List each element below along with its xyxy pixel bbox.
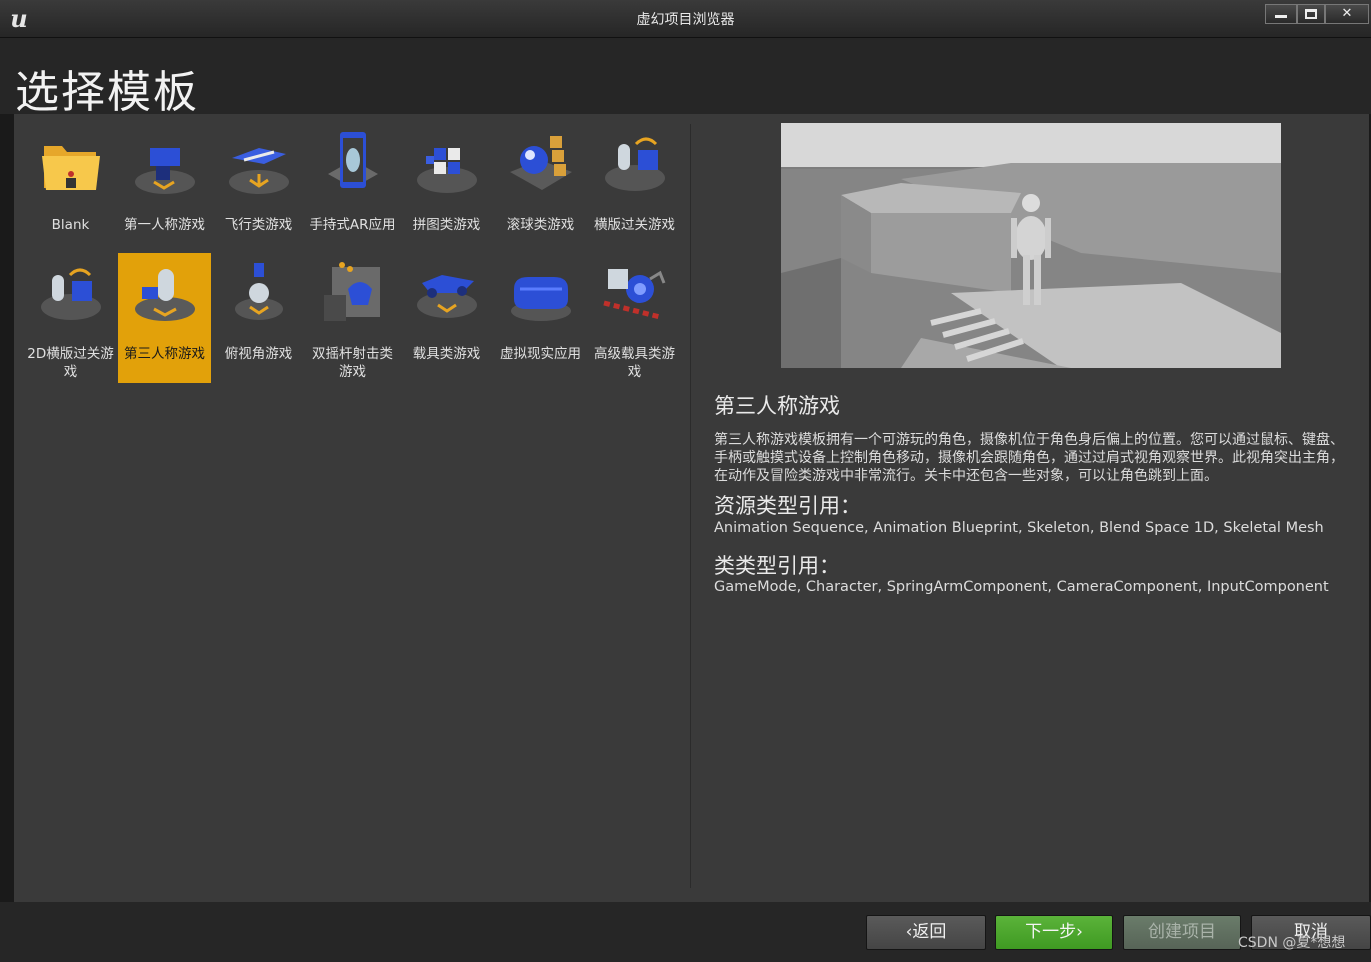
template-tile-twin-stick-shooter[interactable]: 双摇杆射击类游戏 bbox=[306, 253, 399, 383]
template-tile-vr[interactable]: 虚拟现实应用 bbox=[494, 253, 587, 383]
template-tile-advanced-vehicle[interactable]: 高级载具类游戏 bbox=[588, 253, 681, 383]
template-tile-flying[interactable]: 飞行类游戏 bbox=[212, 124, 305, 254]
window-title: 虚幻项目浏览器 bbox=[636, 12, 735, 28]
template-tile-top-down[interactable]: 俯视角游戏 bbox=[212, 253, 305, 383]
template-tile-rolling[interactable]: 滚球类游戏 bbox=[494, 124, 587, 254]
minimize-button[interactable] bbox=[1265, 4, 1297, 24]
third-person-icon bbox=[135, 269, 195, 321]
top-down-icon bbox=[235, 263, 283, 320]
template-label: 飞行类游戏 bbox=[224, 217, 293, 233]
template-label: 虚拟现实应用 bbox=[500, 346, 581, 362]
template-label: 载具类游戏 bbox=[412, 346, 481, 362]
first-person-icon bbox=[135, 148, 195, 194]
template-detail-title: 第三人称游戏 bbox=[714, 394, 840, 418]
2d-side-scroller-icon bbox=[41, 268, 101, 320]
handheld-ar-icon bbox=[328, 132, 378, 188]
main-panel: Blank 第一人称游戏 飞行类游戏 手持式AR应用 拼图类游戏 滚球类游戏 横… bbox=[14, 114, 1369, 902]
template-description: 第三人称游戏模板拥有一个可游玩的角色，摄像机位于角色身后偏上的位置。您可以通过鼠… bbox=[714, 432, 1344, 484]
puzzle-icon bbox=[417, 148, 477, 193]
template-tile-third-person[interactable]: 第三人称游戏 bbox=[118, 253, 211, 383]
side-scroller-icon bbox=[605, 137, 665, 191]
template-tile-side-scroller[interactable]: 横版过关游戏 bbox=[588, 124, 681, 254]
asset-refs-list: Animation Sequence, Animation Blueprint,… bbox=[714, 520, 1324, 536]
page-title: 选择模板 bbox=[15, 67, 199, 118]
bottom-bar: ‹返回 下一步› 创建项目 取消 bbox=[0, 902, 1371, 962]
twin-stick-shooter-icon bbox=[324, 262, 380, 321]
template-label: 高级载具类游戏 bbox=[594, 346, 675, 380]
vr-icon bbox=[511, 277, 571, 321]
template-label: 手持式AR应用 bbox=[309, 217, 396, 233]
vehicle-icon bbox=[417, 275, 477, 318]
class-refs-list: GameMode, Character, SpringArmComponent,… bbox=[714, 579, 1329, 595]
asset-refs-heading: 资源类型引用： bbox=[714, 494, 861, 518]
close-icon: ✕ bbox=[1341, 6, 1353, 21]
next-button[interactable]: 下一步› bbox=[995, 915, 1113, 950]
close-button[interactable]: ✕ bbox=[1325, 4, 1369, 24]
template-label: 滚球类游戏 bbox=[506, 217, 575, 233]
rolling-icon bbox=[510, 136, 572, 190]
panel-divider bbox=[690, 124, 691, 888]
title-bar: u 虚幻项目浏览器 ✕ bbox=[0, 0, 1371, 38]
template-label: 横版过关游戏 bbox=[594, 217, 675, 233]
template-tile-handheld-ar[interactable]: 手持式AR应用 bbox=[306, 124, 399, 254]
template-tile-first-person[interactable]: 第一人称游戏 bbox=[118, 124, 211, 254]
back-button[interactable]: ‹返回 bbox=[866, 915, 986, 950]
template-tile-2d-side-scroller[interactable]: 2D横版过关游戏 bbox=[24, 253, 117, 383]
advanced-vehicle-icon bbox=[603, 269, 666, 320]
create-project-button[interactable]: 创建项目 bbox=[1123, 915, 1241, 950]
maximize-button[interactable] bbox=[1297, 4, 1325, 24]
folder-icon bbox=[42, 146, 100, 190]
template-label: 双摇杆射击类游戏 bbox=[312, 346, 393, 380]
template-label: 第三人称游戏 bbox=[124, 346, 205, 362]
template-tile-vehicle[interactable]: 载具类游戏 bbox=[400, 253, 493, 383]
template-tile-puzzle[interactable]: 拼图类游戏 bbox=[400, 124, 493, 254]
watermark: CSDN @夏*想想 bbox=[1238, 935, 1346, 951]
flying-icon bbox=[229, 148, 289, 194]
maximize-icon bbox=[1305, 9, 1317, 19]
template-label: Blank bbox=[51, 217, 90, 233]
template-label: 第一人称游戏 bbox=[124, 217, 205, 233]
template-preview-image bbox=[781, 123, 1281, 368]
template-label: 俯视角游戏 bbox=[224, 346, 293, 362]
template-label: 2D横版过关游戏 bbox=[27, 346, 114, 380]
header: 选择模板 bbox=[0, 38, 1371, 118]
template-label: 拼图类游戏 bbox=[412, 217, 481, 233]
class-refs-heading: 类类型引用： bbox=[714, 554, 840, 578]
template-tile-blank[interactable]: Blank bbox=[24, 124, 117, 254]
minimize-icon bbox=[1275, 15, 1287, 18]
